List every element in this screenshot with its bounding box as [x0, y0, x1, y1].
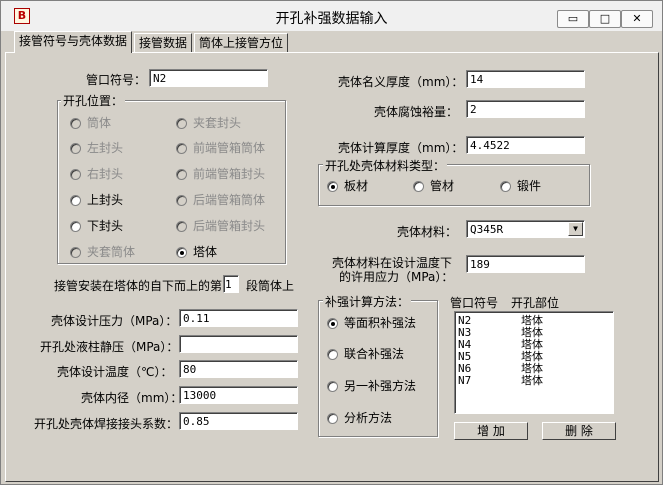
add-button[interactable]: 增 加: [454, 422, 528, 440]
segment-number-input[interactable]: 1: [223, 275, 239, 293]
radio-jacket-cylinder[interactable]: 夹套筒体: [70, 244, 135, 260]
minimize-icon: ▭: [567, 12, 579, 25]
design-pressure-input[interactable]: 0.11: [179, 309, 298, 327]
radio-checked-icon: [327, 181, 338, 192]
maximize-icon: □: [599, 12, 611, 25]
radio-circle-icon: [500, 181, 511, 192]
radio-area-replacement[interactable]: 等面积补强法: [327, 315, 416, 331]
shell-material-label: 壳体材料：: [397, 225, 458, 239]
opening-position-title: 开孔位置：: [61, 92, 126, 109]
design-temperature-label: 壳体设计温度（℃）：: [57, 365, 173, 379]
radio-circle-icon: [70, 195, 81, 206]
allowable-stress-input[interactable]: 189: [466, 255, 585, 273]
radio-pipe[interactable]: 管材: [413, 178, 454, 194]
nominal-thickness-input[interactable]: 14: [466, 70, 585, 88]
corrosion-allowance-label: 壳体腐蚀裕量：: [374, 105, 459, 119]
radio-top-head[interactable]: 上封头: [70, 192, 123, 208]
allowable-stress-label-2: 的许用应力（MPa）：: [339, 270, 454, 284]
radio-circle-icon: [327, 349, 338, 360]
calc-thickness-label: 壳体计算厚度（mm）：: [338, 141, 464, 155]
radio-circle-icon: [327, 413, 338, 424]
design-pressure-label: 壳体设计压力（MPa）：: [51, 314, 178, 328]
maximize-button[interactable]: □: [589, 10, 621, 28]
list-header-location: 开孔部位: [511, 296, 560, 310]
material-type-title: 开孔处壳体材料类型：: [323, 157, 448, 174]
design-temperature-input[interactable]: 80: [179, 360, 298, 378]
list-item[interactable]: N7 塔体: [455, 375, 613, 387]
inner-diameter-input[interactable]: 13000: [179, 386, 298, 404]
radio-circle-icon: [70, 169, 81, 180]
radio-left-head[interactable]: 左封头: [70, 140, 123, 156]
radio-right-head[interactable]: 右封头: [70, 166, 123, 182]
radio-checked-icon: [327, 318, 338, 329]
radio-circle-icon: [176, 169, 187, 180]
radio-alternative-method[interactable]: 另一补强方法: [327, 378, 416, 394]
radio-bottom-head[interactable]: 下封头: [70, 218, 123, 234]
nominal-thickness-label: 壳体名义厚度（mm）：: [338, 75, 464, 89]
delete-button[interactable]: 删 除: [542, 422, 616, 440]
nozzle-symbol-input[interactable]: N2: [149, 69, 268, 87]
radio-circle-icon: [176, 143, 187, 154]
weld-joint-factor-input[interactable]: 0.85: [179, 412, 298, 430]
radio-circle-icon: [327, 381, 338, 392]
segment-prefix-label: 接管安装在塔体的自下而上的第: [54, 279, 223, 293]
radio-rear-channel-head[interactable]: 后端管箱封头: [176, 218, 265, 234]
weld-joint-factor-label: 开孔处壳体焊接接头系数：: [34, 417, 179, 431]
radio-rear-channel-cylinder[interactable]: 后端管箱筒体: [176, 192, 265, 208]
liquid-static-pressure-input[interactable]: [179, 335, 298, 353]
radio-circle-icon: [70, 247, 81, 258]
title-bar: B 开孔补强数据输入 ▭ □ ✕: [1, 1, 662, 31]
radio-circle-icon: [176, 118, 187, 129]
radio-circle-icon: [413, 181, 424, 192]
corrosion-allowance-input[interactable]: 2: [466, 100, 585, 118]
inner-diameter-label: 壳体内径（mm）：: [81, 391, 183, 405]
radio-tower-body[interactable]: 塔体: [176, 244, 217, 260]
radio-circle-icon: [70, 143, 81, 154]
nozzle-symbol-label: 管口符号：: [86, 73, 147, 87]
radio-jacket-head[interactable]: 夹套封头: [176, 115, 241, 131]
dropdown-arrow-icon[interactable]: ▼: [568, 222, 583, 236]
radio-front-channel-head[interactable]: 前端管箱封头: [176, 166, 265, 182]
list-header-symbol: 管口符号: [450, 296, 499, 310]
radio-combined-reinforcement[interactable]: 联合补强法: [327, 346, 404, 362]
tab-nozzle-orientation[interactable]: 筒体上接管方位: [194, 33, 289, 52]
liquid-static-pressure-label: 开孔处液柱静压（MPa）：: [40, 340, 179, 354]
radio-circle-icon: [70, 221, 81, 232]
close-button[interactable]: ✕: [621, 10, 653, 28]
radio-front-channel-cylinder[interactable]: 前端管箱筒体: [176, 140, 265, 156]
reinforcement-method-title: 补强计算方法：: [323, 293, 412, 310]
tab-nozzle-data[interactable]: 接管数据: [134, 33, 193, 52]
tab-nozzle-shell-data[interactable]: 接管符号与壳体数据: [14, 31, 133, 53]
radio-circle-icon: [176, 221, 187, 232]
radio-analysis-method[interactable]: 分析方法: [327, 410, 392, 426]
radio-forging[interactable]: 锻件: [500, 178, 541, 194]
dialog-window: B 开孔补强数据输入 ▭ □ ✕ 接管符号与壳体数据 接管数据 筒体上接管方位 …: [0, 0, 663, 485]
radio-circle-icon: [176, 195, 187, 206]
nozzle-listbox[interactable]: N2 塔体 N3 塔体 N4 塔体 N5 塔体 N6 塔体 N7 塔体: [454, 311, 614, 414]
shell-material-select[interactable]: Q345R ▼: [466, 220, 585, 238]
radio-circle-icon: [70, 118, 81, 129]
segment-suffix-label: 段筒体上: [246, 279, 295, 293]
calc-thickness-input[interactable]: 4.4522: [466, 136, 585, 154]
minimize-button[interactable]: ▭: [557, 10, 589, 28]
close-icon: ✕: [632, 12, 642, 25]
radio-cylinder[interactable]: 筒体: [70, 115, 111, 131]
radio-plate[interactable]: 板材: [327, 178, 368, 194]
radio-checked-icon: [176, 247, 187, 258]
